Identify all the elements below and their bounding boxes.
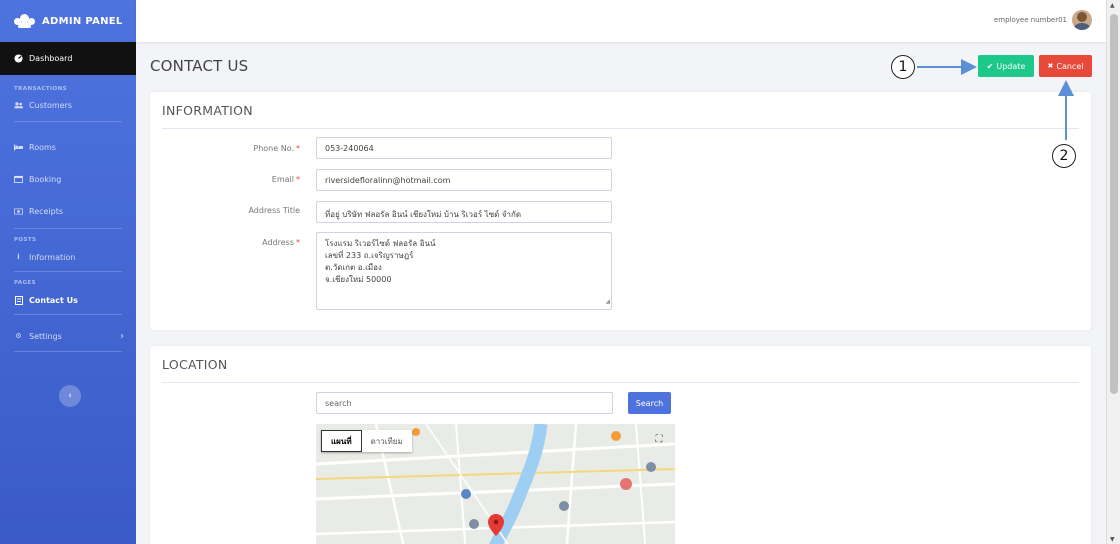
sidebar-item-settings[interactable]: ⚙ Settings › xyxy=(0,325,136,347)
phone-input[interactable]: 053-240064 xyxy=(316,137,612,159)
users-logo-icon xyxy=(14,14,36,28)
phone-label: Phone No. * xyxy=(253,144,300,153)
sidebar-toggle-button[interactable]: ‹ xyxy=(59,385,81,407)
information-title: INFORMATION xyxy=(162,103,253,118)
sidebar-item-label: Customers xyxy=(29,100,73,110)
gear-icon: ⚙ xyxy=(15,332,22,340)
scrollbar-thumb[interactable] xyxy=(1110,14,1118,394)
required-mark: * xyxy=(296,175,300,184)
page-scrollbar[interactable]: ▲ ▼ xyxy=(1106,0,1120,544)
email-label: Email * xyxy=(271,175,300,184)
update-button[interactable]: ✔ Update xyxy=(978,55,1034,77)
update-label: Update xyxy=(996,61,1026,71)
sidebar-item-label: Rooms xyxy=(29,142,56,152)
sidebar-item-label: Booking xyxy=(29,174,62,184)
chevron-left-icon: ‹ xyxy=(68,391,72,401)
location-title: LOCATION xyxy=(162,357,228,372)
chevron-right-icon: › xyxy=(120,330,124,342)
topbar: employee number01 xyxy=(136,0,1106,42)
sidebar-item-rooms[interactable]: Rooms xyxy=(0,131,136,163)
receipt-icon xyxy=(14,207,23,215)
address-line: จ.เชียงใหม่ 50000 xyxy=(325,275,392,284)
scroll-down-arrow-icon[interactable]: ▼ xyxy=(1110,536,1115,543)
check-icon: ✔ xyxy=(986,61,994,71)
brand[interactable]: ADMIN PANEL xyxy=(0,0,136,42)
annotation-marker-1: 1 xyxy=(891,55,915,79)
card-divider xyxy=(162,128,1079,129)
annotation-marker-2: 2 xyxy=(1052,144,1076,168)
address-line: เลขที่ 233 ถ.เจริญราษฎร์ xyxy=(325,251,414,260)
sidebar-item-label: Information xyxy=(29,252,76,262)
card-divider xyxy=(162,382,1079,383)
map[interactable]: แผนที่ ดาวเทียม ⛶ xyxy=(316,424,675,544)
map-search-input[interactable]: search xyxy=(316,392,613,414)
sidebar-divider xyxy=(14,351,122,352)
sidebar: ADMIN PANEL Dashboard TRANSACTIONS Custo… xyxy=(0,0,136,544)
required-mark: * xyxy=(296,144,300,153)
sidebar-item-contact-us[interactable]: Contact Us xyxy=(0,286,136,314)
address-title-input[interactable]: ที่อยู่ บริษัท ฟลอรัล อินน์ เชียงใหม่ บ้… xyxy=(316,201,612,223)
info-icon: ⅰ xyxy=(17,253,20,261)
sidebar-item-label: Contact Us xyxy=(29,295,78,305)
sidebar-item-receipts[interactable]: Receipts xyxy=(0,195,136,227)
map-type-map-tab[interactable]: แผนที่ xyxy=(321,430,362,452)
cancel-button[interactable]: ✖ Cancel xyxy=(1039,55,1092,77)
sidebar-item-booking[interactable]: Booking xyxy=(0,163,136,195)
scroll-up-arrow-icon[interactable]: ▲ xyxy=(1110,2,1115,9)
users-icon xyxy=(14,101,23,109)
email-input[interactable]: riversidefloralinn@hotmail.com xyxy=(316,169,612,191)
user-name: employee number01 xyxy=(993,16,1067,24)
user-menu[interactable]: employee number01 xyxy=(994,10,1092,30)
sidebar-item-label: Receipts xyxy=(29,206,64,216)
dashboard-icon xyxy=(14,54,23,63)
address-title-label: Address Title xyxy=(248,206,300,215)
bed-icon xyxy=(14,143,23,151)
location-card: LOCATION search Search แผนที่ ดาวเทียม ⛶ xyxy=(150,346,1091,544)
map-type-control: แผนที่ ดาวเทียม xyxy=(321,430,412,452)
address-line: โรงแรม ริเวอร์ไซด์ ฟลอรัล อินน์ xyxy=(325,239,436,248)
map-type-satellite-tab[interactable]: ดาวเทียม xyxy=(362,430,412,452)
required-mark: * xyxy=(296,238,300,247)
page-title: CONTACT US xyxy=(150,57,249,75)
search-button[interactable]: Search xyxy=(628,392,671,414)
close-icon: ✖ xyxy=(1047,62,1054,70)
resize-handle-icon[interactable]: ◢ xyxy=(605,296,610,308)
sidebar-item-label: Dashboard xyxy=(29,54,73,63)
sidebar-item-customers[interactable]: Customers xyxy=(0,92,136,118)
address-textarea[interactable]: โรงแรม ริเวอร์ไซด์ ฟลอรัล อินน์ เลขที่ 2… xyxy=(316,232,612,310)
fullscreen-icon[interactable]: ⛶ xyxy=(652,433,666,447)
address-line: ต.วัดเกต อ.เมือง xyxy=(325,263,382,272)
address-label: Address * xyxy=(262,238,300,247)
contact-card-icon xyxy=(14,295,23,305)
cancel-label: Cancel xyxy=(1056,61,1084,71)
sidebar-item-information[interactable]: ⅰ Information xyxy=(0,243,136,271)
information-card: INFORMATION Phone No. * 053-240064 Email *… xyxy=(150,92,1091,330)
sidebar-item-dashboard[interactable]: Dashboard xyxy=(0,42,136,75)
avatar xyxy=(1072,10,1092,30)
sidebar-item-label: Settings xyxy=(29,331,62,341)
brand-title: ADMIN PANEL xyxy=(42,15,123,27)
booking-icon xyxy=(14,175,23,183)
